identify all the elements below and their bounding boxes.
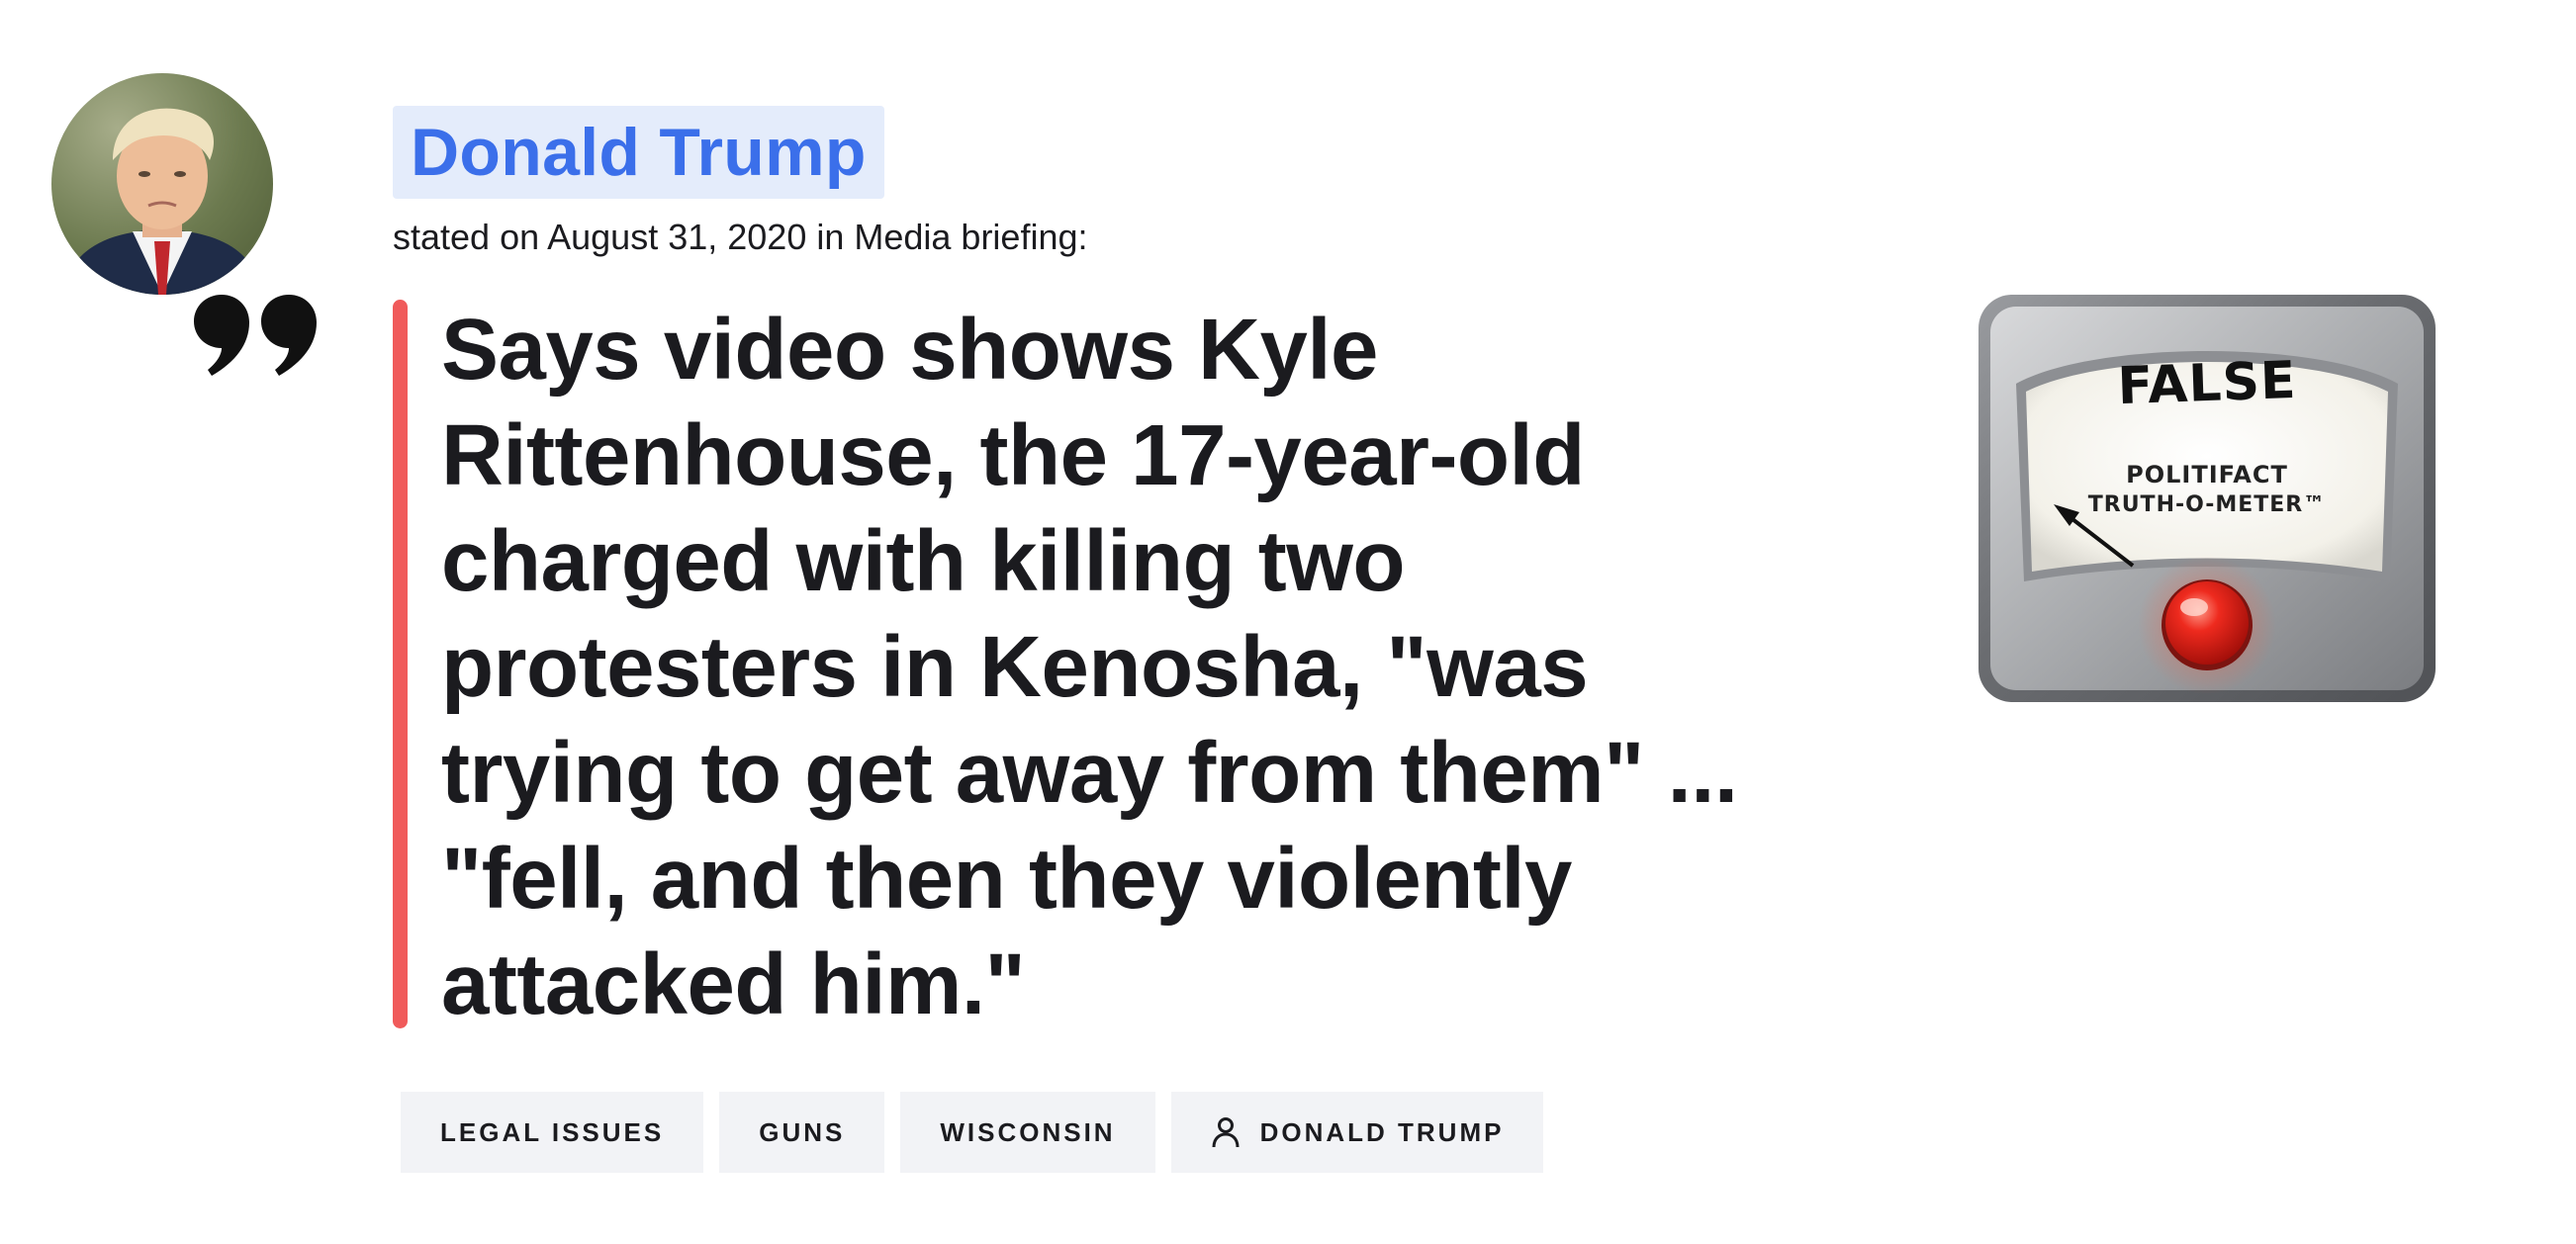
meter-name-label: TRUTH-O-METER™ — [2087, 492, 2327, 517]
stated-on-line: stated on August 31, 2020 in Media brief… — [393, 217, 1088, 257]
truth-o-meter[interactable]: FALSE POLITIFACT TRUTH-O-METER™ — [1977, 293, 2438, 704]
tag-label: LEGAL ISSUES — [440, 1116, 665, 1147]
speaker-avatar[interactable] — [51, 73, 273, 295]
person-icon — [1212, 1117, 1240, 1148]
tag-guns[interactable]: GUNS — [719, 1092, 885, 1173]
tag-wisconsin[interactable]: WISCONSIN — [900, 1092, 1155, 1173]
quote-accent-bar — [393, 300, 408, 1028]
tag-list: LEGAL ISSUES GUNS WISCONSIN DONALD TRUMP — [401, 1092, 1544, 1173]
speaker-name-link[interactable]: Donald Trump — [393, 106, 884, 199]
tag-label: DONALD TRUMP — [1259, 1116, 1505, 1147]
tag-legal-issues[interactable]: LEGAL ISSUES — [401, 1092, 704, 1173]
meter-brand-label: POLITIFACT — [2126, 461, 2288, 489]
tag-label: GUNS — [759, 1116, 846, 1147]
statement-quote: Says video shows Kyle Rittenhouse, the 1… — [441, 302, 1738, 1032]
quote-icon — [194, 295, 317, 376]
speaker-portrait-image — [61, 108, 263, 295]
tag-label: WISCONSIN — [940, 1116, 1116, 1147]
tag-donald-trump[interactable]: DONALD TRUMP — [1170, 1092, 1544, 1173]
